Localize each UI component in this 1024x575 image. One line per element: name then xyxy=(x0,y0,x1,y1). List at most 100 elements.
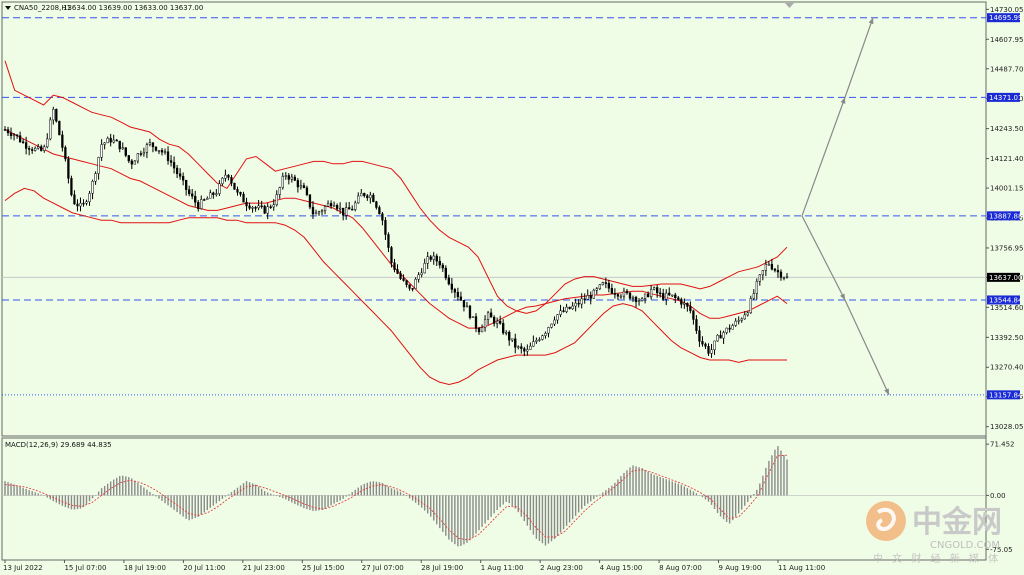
up-projection-arrow[interactable] xyxy=(801,17,874,217)
candle-body xyxy=(656,287,659,294)
candle-body xyxy=(737,320,740,322)
candle-body xyxy=(779,271,783,278)
time-axis-ticks: 13 Jul 2022 15 Jul 07:00 18 Jul 19:00 20 Ju… xyxy=(3,560,825,572)
candle-body xyxy=(37,146,40,149)
candle-body xyxy=(305,187,309,195)
candle-body xyxy=(462,300,466,308)
down-projection-arrow[interactable] xyxy=(801,215,890,396)
candle-body xyxy=(538,339,541,341)
price-tick-label: 13270.40 xyxy=(990,364,1023,372)
time-tick-label: 11 Aug 11:00 xyxy=(778,564,825,572)
candle-body xyxy=(24,142,28,149)
candle-body xyxy=(188,189,191,195)
watermark-url-text: CNGOLD.COM xyxy=(930,540,1000,551)
macd-label: MACD(12,26,9) 29.689 44.835 xyxy=(5,441,112,449)
candle-body xyxy=(613,293,617,295)
candle-body xyxy=(677,297,680,300)
candle-body xyxy=(637,300,641,302)
candle-body xyxy=(73,194,76,205)
candle-body xyxy=(710,349,713,354)
candle-body xyxy=(181,176,185,181)
candle-body xyxy=(58,120,61,136)
candle-body xyxy=(514,338,517,348)
candle-body xyxy=(444,267,447,279)
watermark-slogan-text: 中 文 财 经 新 媒 体 xyxy=(873,552,1001,565)
main-pane-frame xyxy=(1,1,987,437)
candle-body xyxy=(683,302,686,305)
candle-body xyxy=(345,207,348,216)
candle-body xyxy=(166,151,170,161)
candle-body xyxy=(649,288,653,298)
candle-body xyxy=(221,177,224,185)
candle-body xyxy=(366,195,369,199)
price-chart[interactable]: 14730.0514607.9514487.7014365.6014243.50… xyxy=(0,0,1024,575)
candle-body xyxy=(121,147,124,150)
candle-body xyxy=(375,201,378,208)
macd-tick-label: 0.00 xyxy=(990,492,1006,500)
candle-body xyxy=(31,149,34,151)
candle-body xyxy=(281,176,284,188)
candle-body xyxy=(369,194,372,199)
candle-body xyxy=(492,316,496,324)
time-tick-label: 1 Aug 11:00 xyxy=(481,564,524,572)
candle-body xyxy=(752,293,755,299)
candle-body xyxy=(471,316,475,318)
candle-body xyxy=(625,290,629,294)
candle-body xyxy=(628,292,632,299)
candle-body xyxy=(34,147,37,151)
price-tick-label: 13514.60 xyxy=(990,304,1023,312)
candle-body xyxy=(722,332,725,339)
candle-body xyxy=(178,173,182,177)
candle-body xyxy=(423,263,426,274)
candle-body xyxy=(553,319,556,325)
candle-body xyxy=(55,109,58,122)
candle-body xyxy=(15,134,19,137)
candle-body xyxy=(314,212,318,215)
candle-body xyxy=(52,109,55,121)
candle-body xyxy=(230,177,233,184)
candle-body xyxy=(420,272,423,276)
candle-body xyxy=(142,152,146,155)
symbol-dropdown-icon[interactable] xyxy=(5,6,11,10)
candle-body xyxy=(556,314,559,321)
candle-body xyxy=(311,206,315,215)
candle-body xyxy=(517,346,520,348)
candle-body xyxy=(278,187,281,195)
candle-body xyxy=(761,270,764,276)
time-tick-label: 25 Jul 15:00 xyxy=(302,564,344,572)
candle-body xyxy=(97,157,100,174)
ohlc-readout: 13634.00 13639.00 13633.00 13637.00 xyxy=(63,4,203,12)
candle-body xyxy=(758,274,761,282)
candle-body xyxy=(251,207,254,209)
candle-body xyxy=(360,193,363,197)
candle-body xyxy=(266,206,269,214)
candle-body xyxy=(689,306,692,312)
macd-tick-label: 71.452 xyxy=(990,441,1015,449)
candle-body xyxy=(139,153,143,155)
candle-body xyxy=(372,194,375,203)
candle-body xyxy=(263,205,266,214)
candle-body xyxy=(662,293,665,300)
candle-body xyxy=(209,192,212,199)
candle-body xyxy=(562,310,565,312)
candle-body xyxy=(598,284,601,290)
candle-body xyxy=(743,314,746,320)
candle-body xyxy=(764,264,768,271)
candle-body xyxy=(480,327,484,333)
time-tick-label: 21 Jul 23:00 xyxy=(243,564,285,572)
candle-body xyxy=(354,202,357,210)
candle-body xyxy=(607,282,611,289)
candle-body xyxy=(332,205,336,207)
candle-body xyxy=(402,278,405,281)
candle-body xyxy=(483,319,487,328)
time-tick-label: 13 Jul 2022 xyxy=(3,564,43,572)
shift-marker-icon[interactable] xyxy=(785,3,794,8)
candle-body xyxy=(200,199,203,209)
candle-body xyxy=(601,282,604,285)
candle-body xyxy=(583,298,586,301)
candle-body xyxy=(302,185,306,188)
candle-body xyxy=(163,151,167,154)
candle-body xyxy=(109,137,112,143)
cngold-logo-icon xyxy=(866,501,906,541)
price-tick-label: 14243.50 xyxy=(990,125,1023,133)
